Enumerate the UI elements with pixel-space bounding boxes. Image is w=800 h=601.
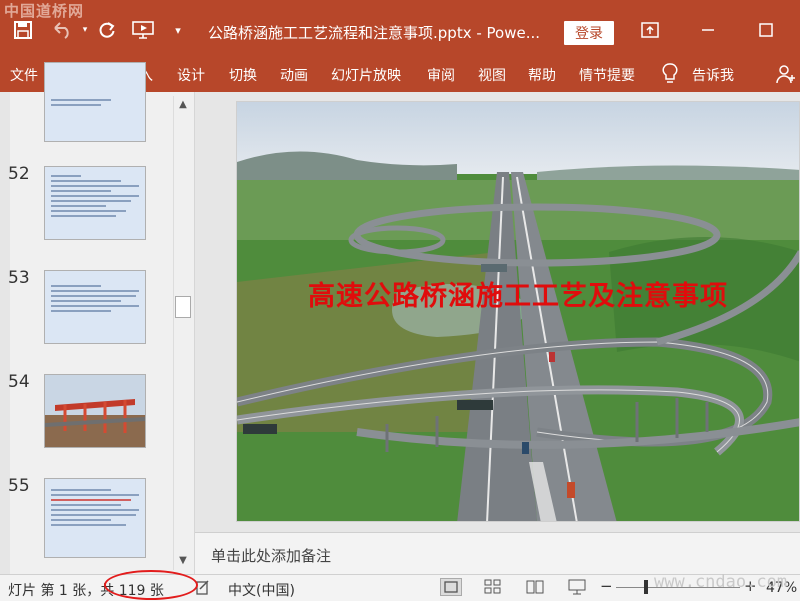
tab-storyboard[interactable]: 情节提要 xyxy=(579,65,635,85)
scroll-up-icon[interactable]: ▲ xyxy=(174,96,192,112)
tell-me-search[interactable]: 告诉我 xyxy=(692,65,734,85)
redo-icon[interactable] xyxy=(96,12,118,48)
tab-slideshow[interactable]: 幻灯片放映 xyxy=(331,65,401,85)
tab-file[interactable]: 文件 xyxy=(10,65,38,85)
current-slide[interactable]: 高速公路桥涵施工工艺及注意事项 xyxy=(236,101,800,522)
watermark-bottom: www.cndao.com xyxy=(654,572,788,592)
login-button[interactable]: 登录 xyxy=(564,21,614,45)
tab-review[interactable]: 审阅 xyxy=(427,65,455,85)
normal-view-icon[interactable] xyxy=(440,578,462,596)
slide-thumbnail[interactable] xyxy=(44,166,146,240)
zoom-out-icon[interactable]: − xyxy=(600,577,613,595)
slide-thumbnail[interactable] xyxy=(44,374,146,448)
slide-thumbnail-pane[interactable]: 52 53 54 55 ▲ ▼ xyxy=(8,62,195,574)
slide-thumbnail[interactable] xyxy=(44,270,146,344)
customize-toolbar-icon[interactable]: ▾ xyxy=(170,12,186,48)
thumbnail-scrollbar[interactable]: ▲ ▼ xyxy=(173,96,192,570)
lightbulb-icon[interactable] xyxy=(662,63,682,85)
ribbon-display-icon[interactable] xyxy=(636,12,664,48)
tab-transitions[interactable]: 切换 xyxy=(229,65,257,85)
window-title: 公路桥涵施工工艺流程和注意事项.pptx - Powe... xyxy=(208,24,541,42)
notes-pane[interactable]: 单击此处添加备注 xyxy=(195,532,800,575)
tab-design[interactable]: 设计 xyxy=(177,65,205,85)
scroll-down-icon[interactable]: ▼ xyxy=(174,552,192,568)
title-bar: ▾ ▾ 公路桥涵施工工艺流程和注意事项.pptx - Powe... 登录 xyxy=(0,0,800,58)
tab-view[interactable]: 视图 xyxy=(478,65,506,85)
maximize-icon[interactable] xyxy=(752,12,780,48)
scrollbar-thumb[interactable] xyxy=(175,296,191,318)
watermark-top: 中国道桥网 xyxy=(4,2,85,20)
slide-thumbnail[interactable] xyxy=(44,478,146,558)
slide-sorter-icon[interactable] xyxy=(484,579,502,595)
tab-animations[interactable]: 动画 xyxy=(280,65,308,85)
thumbnail-number: 53 xyxy=(8,268,30,288)
proofing-icon[interactable] xyxy=(196,579,212,595)
thumbnail-number: 52 xyxy=(8,164,30,184)
reading-view-icon[interactable] xyxy=(526,579,544,595)
tab-help[interactable]: 帮助 xyxy=(528,65,556,85)
thumbnail-number: 55 xyxy=(8,476,30,496)
share-user-icon[interactable] xyxy=(776,64,796,84)
language-indicator[interactable]: 中文(中国) xyxy=(228,580,295,600)
thumbnail-number: 54 xyxy=(8,372,30,392)
zoom-slider-handle[interactable] xyxy=(644,580,648,594)
minimize-icon[interactable] xyxy=(694,12,722,48)
notes-placeholder[interactable]: 单击此处添加备注 xyxy=(211,545,331,566)
slideshow-view-icon[interactable] xyxy=(568,579,586,595)
slide-thumbnail-partial[interactable] xyxy=(44,62,146,142)
slide-title[interactable]: 高速公路桥涵施工工艺及注意事项 xyxy=(237,274,799,313)
present-icon[interactable] xyxy=(130,12,156,48)
annotation-circle xyxy=(104,570,198,600)
